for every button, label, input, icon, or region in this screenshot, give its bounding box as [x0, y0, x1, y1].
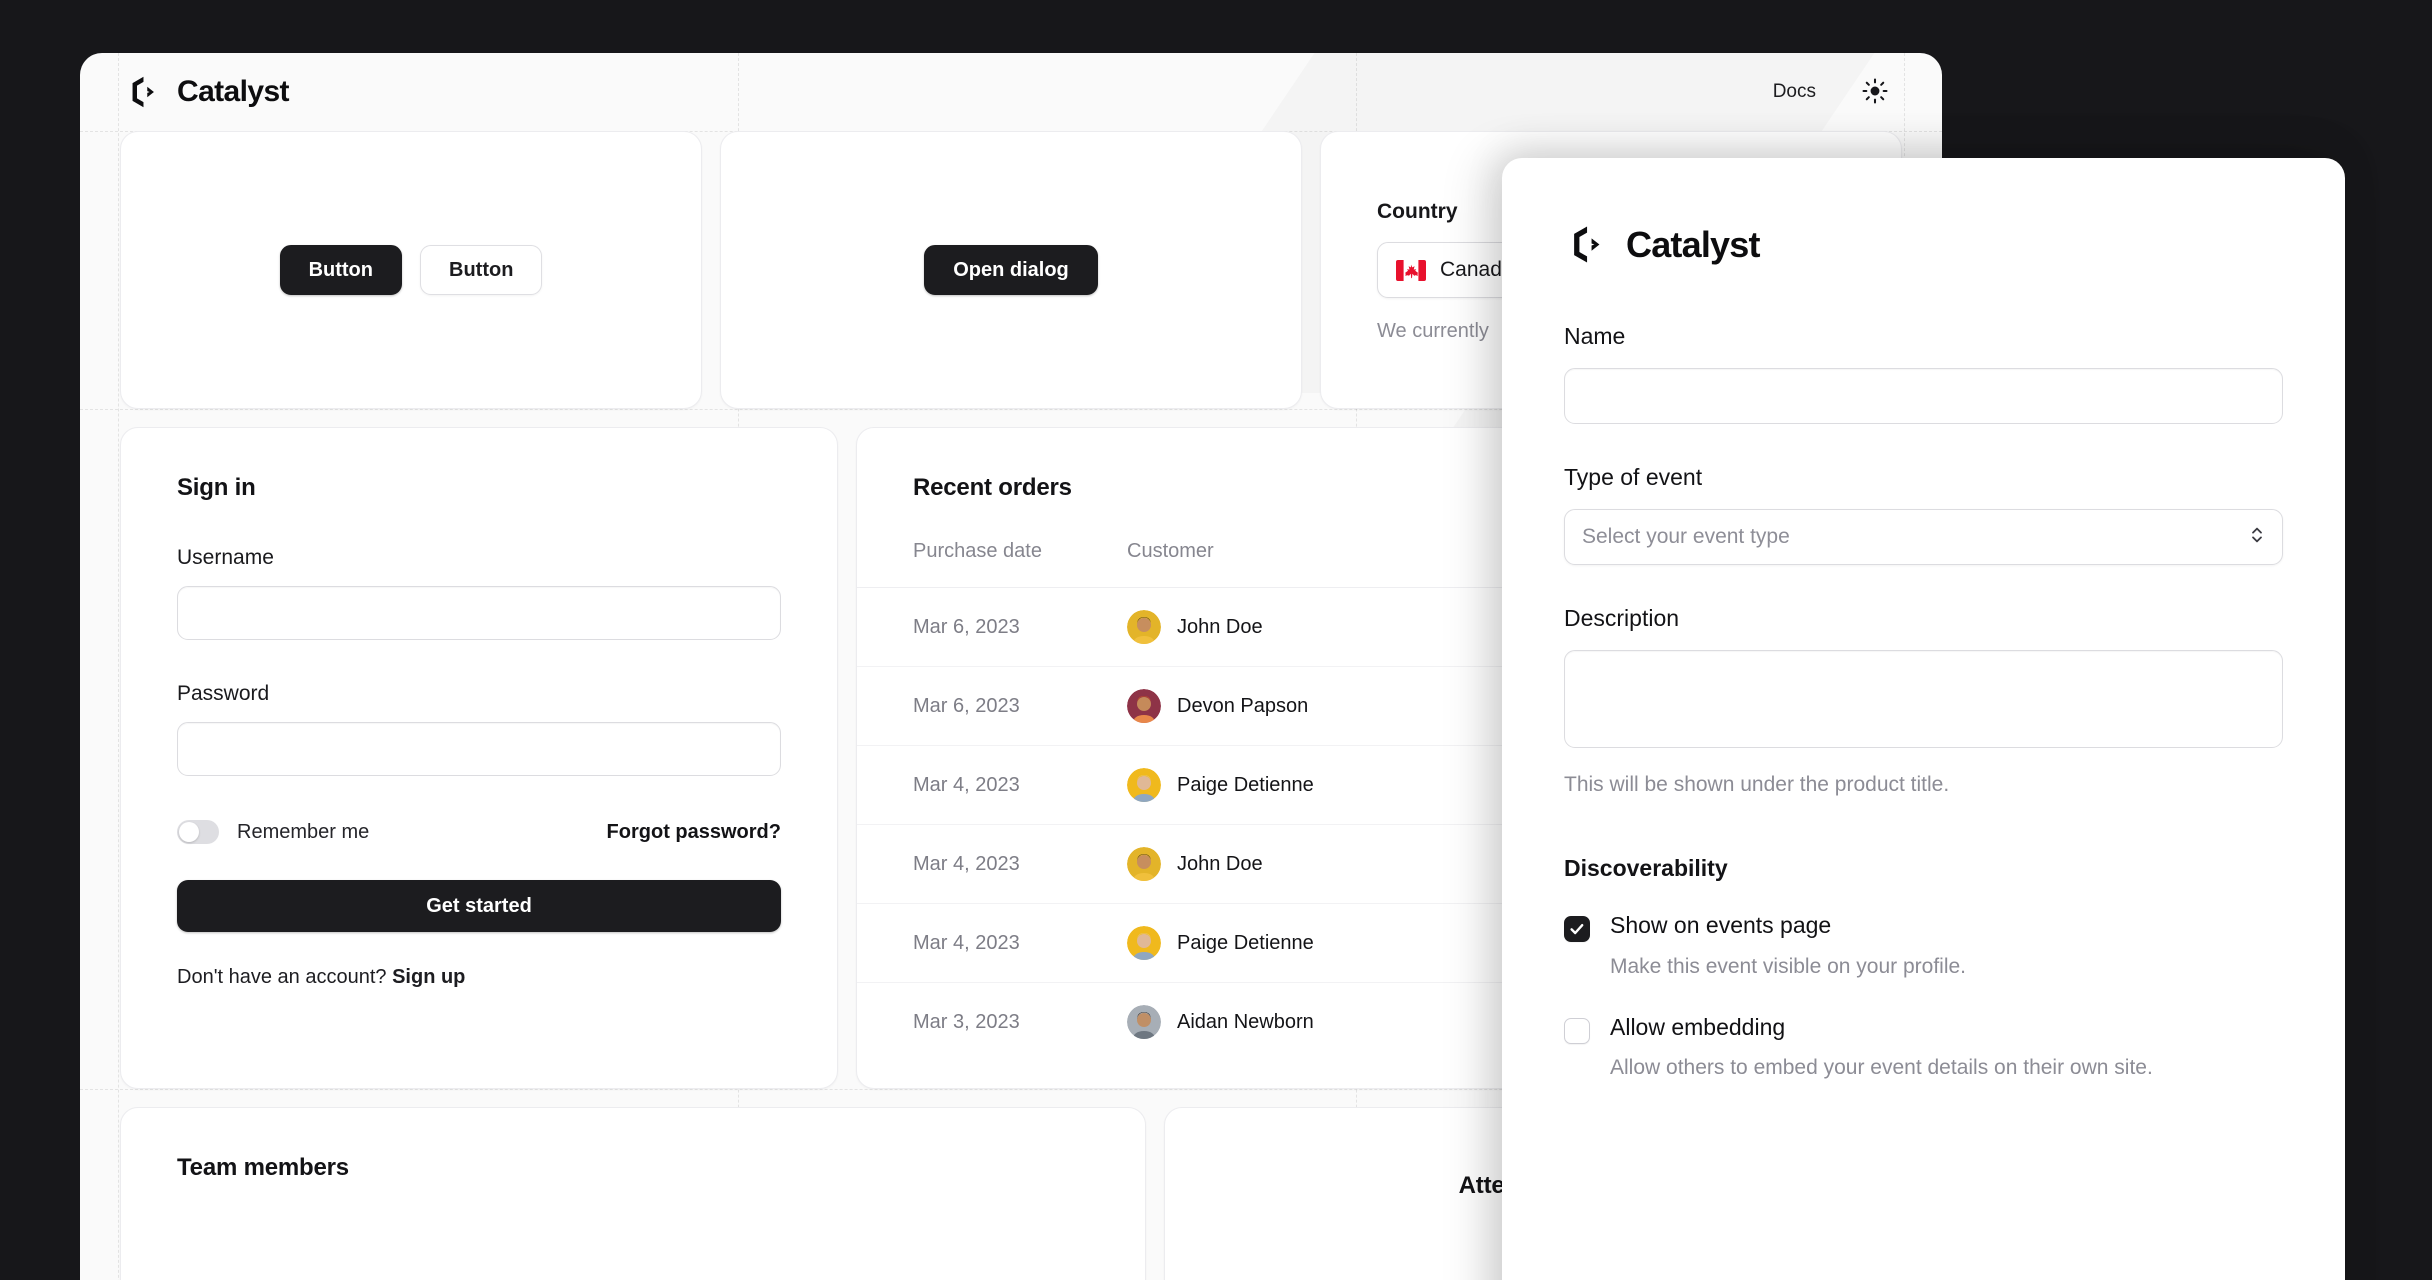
team-members-card: Team members — [120, 1107, 1146, 1280]
dialog-brand: Catalyst — [1564, 222, 2283, 267]
event-type-label: Type of event — [1564, 464, 1703, 490]
secondary-button[interactable]: Button — [420, 245, 543, 295]
primary-button[interactable]: Button — [279, 245, 402, 295]
buttons-card: Button Button — [120, 131, 702, 409]
customer-name: Paige Detienne — [1177, 931, 1314, 954]
customer-name: Aidan Newborn — [1177, 1010, 1314, 1033]
catalyst-hexagon-logo-icon — [1564, 222, 1609, 267]
topbar-actions: Docs — [1773, 77, 1890, 107]
brand-name: Catalyst — [177, 75, 290, 108]
event-type-select[interactable]: Select your event type — [1564, 509, 2283, 565]
signin-title: Sign in — [177, 474, 256, 501]
remember-me-label: Remember me — [237, 820, 370, 843]
customer-name: Devon Papson — [1177, 694, 1309, 717]
dialog-card: Open dialog — [720, 131, 1302, 409]
dialog-brand-name: Catalyst — [1626, 223, 1760, 265]
theme-toggle-button[interactable] — [1860, 77, 1890, 107]
discoverability-options: Show on events page Make this event visib… — [1564, 912, 2283, 1082]
event-type-placeholder: Select your event type — [1582, 525, 1790, 548]
avatar-paige-detienne — [1127, 926, 1161, 960]
signup-link[interactable]: Sign up — [392, 966, 465, 988]
option-description: Allow others to embed your event details… — [1610, 1056, 2153, 1080]
option-description: Make this event visible on your profile. — [1610, 954, 1967, 978]
canada-flag-icon — [1396, 259, 1426, 281]
event-description-label: Description — [1564, 605, 1680, 631]
description-help-text: This will be shown under the product tit… — [1564, 773, 1950, 796]
event-name-label: Name — [1564, 323, 1626, 349]
signup-row: Don't have an account? Sign up — [177, 966, 781, 989]
checkbox-checked-icon[interactable] — [1564, 916, 1590, 942]
event-name-input[interactable] — [1564, 368, 2283, 424]
sun-icon — [1862, 77, 1888, 107]
option-title: Allow embedding — [1610, 1013, 1786, 1040]
avatar-john-doe — [1127, 847, 1161, 881]
password-input[interactable] — [177, 722, 781, 776]
cell-purchase-date: Mar 4, 2023 — [857, 824, 1127, 904]
avatar-john-doe — [1127, 610, 1161, 644]
signin-options-row: Remember me Forgot password? — [177, 820, 781, 844]
app-topbar: Catalyst Docs — [80, 53, 1942, 131]
username-label: Username — [177, 546, 274, 569]
customer-name: Paige Detienne — [1177, 773, 1314, 796]
signup-prefix-text: Don't have an account? — [177, 966, 393, 988]
cell-purchase-date: Mar 6, 2023 — [857, 587, 1127, 667]
forgot-password-link[interactable]: Forgot password? — [607, 821, 781, 844]
avatar-aidan-newborn — [1127, 1005, 1161, 1039]
avatar-devon-papson — [1127, 689, 1161, 723]
avatar-paige-detienne — [1127, 768, 1161, 802]
discoverability-option[interactable]: Show on events page Make this event visib… — [1564, 912, 2283, 980]
discoverability-title: Discoverability — [1564, 855, 1728, 881]
toggle-knob — [179, 822, 199, 842]
checkbox-unchecked-icon[interactable] — [1564, 1017, 1590, 1044]
catalyst-hexagon-logo-icon — [124, 73, 162, 111]
column-header-purchase-date: Purchase date — [913, 540, 1042, 562]
screen: Catalyst Docs Button Button Open dialog … — [0, 0, 2432, 1280]
team-members-title: Team members — [177, 1154, 349, 1181]
discoverability-option[interactable]: Allow embedding Allow others to embed you… — [1564, 1014, 2283, 1082]
option-title: Show on events page — [1610, 912, 1832, 938]
chevron-up-down-icon — [2249, 524, 2265, 551]
event-dialog: Catalyst Name Type of event Select your … — [1502, 158, 2345, 1280]
cell-purchase-date: Mar 3, 2023 — [913, 1010, 1020, 1033]
remember-me-toggle[interactable] — [177, 820, 219, 844]
docs-link[interactable]: Docs — [1773, 81, 1816, 103]
username-input[interactable] — [177, 586, 781, 640]
signin-card: Sign in Username Password Remember me Fo… — [120, 427, 838, 1089]
customer-name: John Doe — [1177, 615, 1263, 638]
cell-purchase-date: Mar 4, 2023 — [857, 903, 1127, 983]
password-label: Password — [177, 682, 270, 705]
cell-purchase-date: Mar 4, 2023 — [857, 745, 1127, 825]
customer-name: John Doe — [1177, 852, 1263, 875]
brand: Catalyst — [124, 73, 290, 111]
event-description-textarea[interactable] — [1564, 650, 2283, 748]
cell-purchase-date: Mar 6, 2023 — [857, 666, 1127, 746]
open-dialog-button[interactable]: Open dialog — [924, 245, 1098, 295]
get-started-button[interactable]: Get started — [177, 880, 781, 932]
